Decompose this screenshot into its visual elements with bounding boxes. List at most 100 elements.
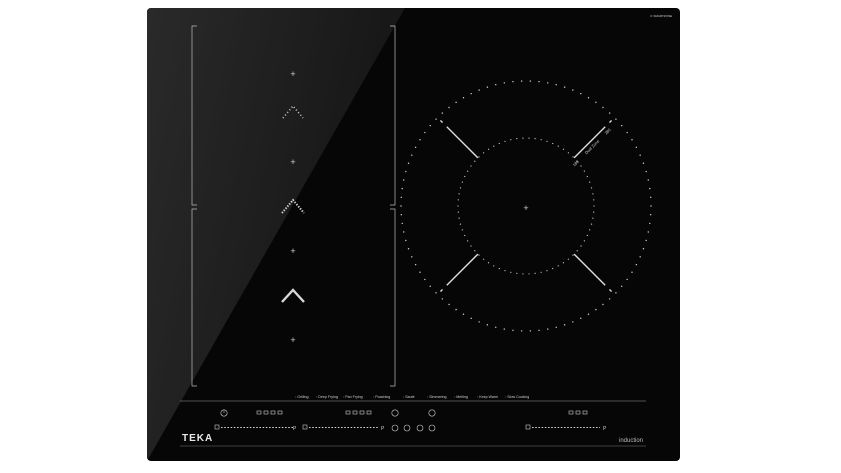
outer-ring-dot [621,285,623,288]
outer-ring-dot [649,222,651,225]
boost-button[interactable] [428,424,436,432]
function-label-text: Simmering [429,395,447,399]
outer-ring-dot [435,292,437,294]
slider-2-max-label: P [381,426,385,432]
slider-1-max-label: P [293,426,297,432]
cooktop-panel: + + + + + Dual Zone 180 280 P P P ◦ Gril… [147,8,680,461]
outer-ring-dot [631,139,633,141]
outer-ring-dot [639,256,641,258]
zone-2-function-icons[interactable] [345,410,372,415]
flex-zone-plus-2[interactable]: + [290,157,295,167]
inner-ring-dot [593,211,595,213]
outer-ring-dot [520,80,523,82]
outer-ring-dot [470,317,472,320]
inner-ring-dot [483,152,485,154]
flex-zone-frame[interactable] [191,25,396,387]
zone-diagonal-line [446,253,479,286]
inner-ring-dot [483,258,485,260]
inner-ring-dot [470,245,472,247]
flex-zone-plus-4[interactable]: + [290,335,295,345]
inner-ring-dot [457,199,459,201]
inner-ring-dot [467,170,469,172]
outer-ring-dot [642,162,645,164]
flex-zone-plus-1[interactable]: + [290,69,295,79]
inner-ring-dot [590,187,593,189]
inner-ring-dot [580,165,582,167]
inner-ring-dot [464,175,466,178]
outer-ring-dot [647,179,649,181]
zone-diagonal-line [573,253,606,286]
zone-diagonal-line [573,126,606,159]
outer-ring-dot [649,214,652,216]
inner-ring-dot [562,148,565,150]
outer-ring-dot [580,317,582,320]
outer-ring-dot [401,187,403,190]
inner-ring-dot [459,187,462,189]
function-label-8: ◦ Slow Cooking [505,395,529,399]
induction-label: induction [619,438,644,444]
inner-ring-dot [461,181,463,183]
inner-ring-dot [478,254,480,256]
dual-zone-inner-size: 180 [572,159,581,168]
inner-ring-dot [504,270,506,272]
timer-button[interactable] [391,409,399,417]
plus-button[interactable] [416,424,424,432]
outer-ring-dot [631,271,633,273]
function-label-0: ◦ Grilling [295,395,308,399]
inner-ring-dot [516,138,518,140]
inner-ring-dot [572,156,574,158]
function-label-7: ◦ Keep Warm [477,395,498,399]
function-button[interactable] [403,424,411,432]
inner-ring-dot [504,140,506,142]
outer-ring-dot [520,330,523,332]
inner-ring-dot [522,137,524,139]
outer-ring-dot [414,263,417,266]
brand-logo: TEKA [182,433,214,444]
outer-ring-dot [424,131,426,134]
inner-ring-dot [457,211,459,213]
outer-ring-dot [615,292,617,294]
inner-ring-dot [487,148,490,150]
outer-ring-dot [503,82,505,84]
power-sliders[interactable] [214,424,600,430]
flex-bracket-right-top [390,25,396,206]
outer-ring-dot [503,328,505,330]
function-label-text: Melting [456,395,468,399]
inner-ring-dot [589,181,591,183]
outer-ring-dot [462,313,465,315]
inner-ring-dot [478,156,480,158]
outer-ring-dot [414,146,417,149]
inner-ring-dot [467,240,469,242]
inner-ring-dot [464,234,466,237]
outer-ring-dot [429,124,431,127]
function-label-1: ◦ Deep Frying [316,395,338,399]
inner-ring-dot [590,223,593,225]
outer-ring-dot [645,239,647,242]
zone-1-function-icons[interactable] [256,410,283,415]
slider-3-zone-indicator[interactable] [525,424,531,430]
outer-ring-dot [642,248,645,250]
outer-ring-dot [486,324,489,326]
function-label-text: Pan Frying [345,395,363,399]
inner-ring-dot [576,250,578,252]
minus-button[interactable] [391,424,399,432]
flex-zone-plus-3[interactable]: + [290,246,295,256]
outer-ring-dot [400,214,403,216]
outer-ring-dot [405,239,407,242]
slider-2-zone-indicator[interactable] [302,424,308,430]
outer-ring-dot [495,84,497,86]
flex-bracket-left-bottom [191,208,197,387]
outer-ring-dot [608,112,611,114]
inner-ring-dot [498,267,500,270]
slider-1-zone-indicator[interactable] [214,424,220,430]
outer-ring-dot [448,303,450,306]
outer-ring-dot [529,80,532,82]
inner-ring-dot [534,138,536,140]
function-label-5: ◦ Simmering [427,395,446,399]
function-label-text: Grilling [297,395,309,399]
zone-3-function-icons[interactable] [568,410,588,415]
inner-ring-dot [572,254,574,256]
lock-button[interactable] [428,409,436,417]
outer-ring-dot [401,222,403,225]
outer-ring-dot [512,329,514,332]
